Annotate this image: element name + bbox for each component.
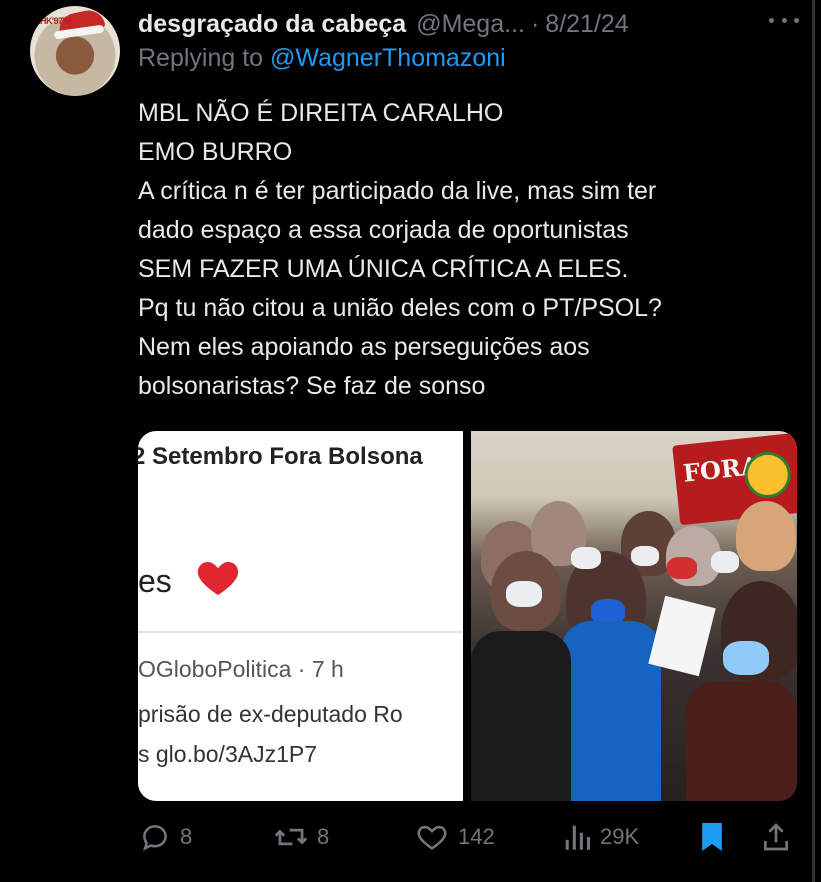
views-button[interactable]: 29K [562, 815, 639, 859]
display-name[interactable]: desgraçado da cabeça [138, 10, 406, 39]
heart-icon [417, 825, 447, 850]
screenshot-line: s glo.bo/3AJz1P7 [138, 741, 318, 767]
replying-to: Replying to @WagnerThomazoni [138, 44, 506, 73]
tweet-text-line: dado espaço a essa corjada de oportunist… [138, 216, 629, 244]
repost-icon [274, 828, 308, 846]
share-button[interactable] [760, 815, 792, 859]
share-icon [764, 823, 788, 851]
face-mask [667, 557, 697, 579]
separator-dot: · [530, 9, 540, 38]
reply-icon [143, 825, 167, 851]
tweet-text-line: EMO BURRO [138, 138, 293, 166]
views-icon [565, 825, 591, 850]
bookmark-button[interactable] [698, 815, 726, 859]
face-mask [711, 551, 739, 573]
replying-to-label: Replying to [138, 44, 264, 72]
action-bar: 8 8 142 29K [138, 815, 798, 859]
user-handle[interactable]: @Mega... [416, 10, 525, 39]
repost-button[interactable]: 8 [273, 815, 329, 859]
replying-to-mention[interactable]: @WagnerThomazoni [270, 44, 506, 72]
avatar-badge-text: AHK'97'M [34, 16, 72, 26]
tweet-header: desgraçado da cabeça @Mega... · 8/21/24 [138, 6, 791, 42]
crowd-person [736, 501, 796, 571]
tweet[interactable]: AHK'97'M desgraçado da cabeça @Mega... ·… [0, 0, 821, 882]
face-mask [631, 546, 659, 566]
more-options-icon[interactable] [769, 10, 799, 30]
media-grid[interactable]: 2 Setembro Fora Bolsona es OGloboPolitic… [138, 431, 797, 801]
tweet-date[interactable]: 8/21/24 [545, 10, 628, 39]
crowd-person-blue-jacket [561, 621, 661, 801]
media-image-photo[interactable]: FORA [471, 431, 797, 801]
tweet-text: MBL NÃO É DIREITA CARALHO EMO BURRO A cr… [138, 94, 798, 406]
screenshot-source: OGloboPolitica · 7 h [138, 656, 344, 682]
face-mask [571, 547, 601, 569]
red-heart-icon [197, 562, 239, 595]
held-document [648, 595, 716, 677]
tweet-text-line: Nem eles apoiando as perseguições aos [138, 333, 590, 361]
screenshot-text: es [138, 563, 172, 599]
screenshot-headline: 2 Setembro Fora Bolsona [138, 443, 423, 470]
media-image-screenshot[interactable]: 2 Setembro Fora Bolsona es OGloboPolitic… [138, 431, 463, 801]
tweet-text-line: SEM FAZER UMA ÚNICA CRÍTICA A ELES. [138, 255, 629, 283]
views-count: 29K [600, 824, 640, 849]
crowd-person [686, 681, 797, 801]
thread-line [812, 0, 815, 882]
bookmark-icon [702, 823, 722, 851]
tweet-text-line: Pq tu não citou a união deles com o PT/P… [138, 294, 662, 322]
tweet-text-line: A crítica n é ter participado da live, m… [138, 177, 657, 205]
like-count: 142 [458, 824, 495, 849]
reply-count: 8 [180, 824, 193, 849]
avatar[interactable]: AHK'97'M [30, 6, 120, 96]
like-button[interactable]: 142 [414, 815, 495, 859]
crowd-person-suit [471, 631, 571, 801]
face-mask [723, 641, 769, 675]
face-mask [506, 581, 542, 607]
tweet-text-line: bolsonaristas? Se faz de sonso [138, 372, 486, 400]
repost-count: 8 [317, 824, 330, 849]
screenshot-divider [138, 631, 463, 633]
reply-button[interactable]: 8 [138, 815, 192, 859]
tweet-text-line: MBL NÃO É DIREITA CARALHO [138, 99, 504, 127]
screenshot-line: prisão de ex-deputado Ro [138, 701, 403, 727]
